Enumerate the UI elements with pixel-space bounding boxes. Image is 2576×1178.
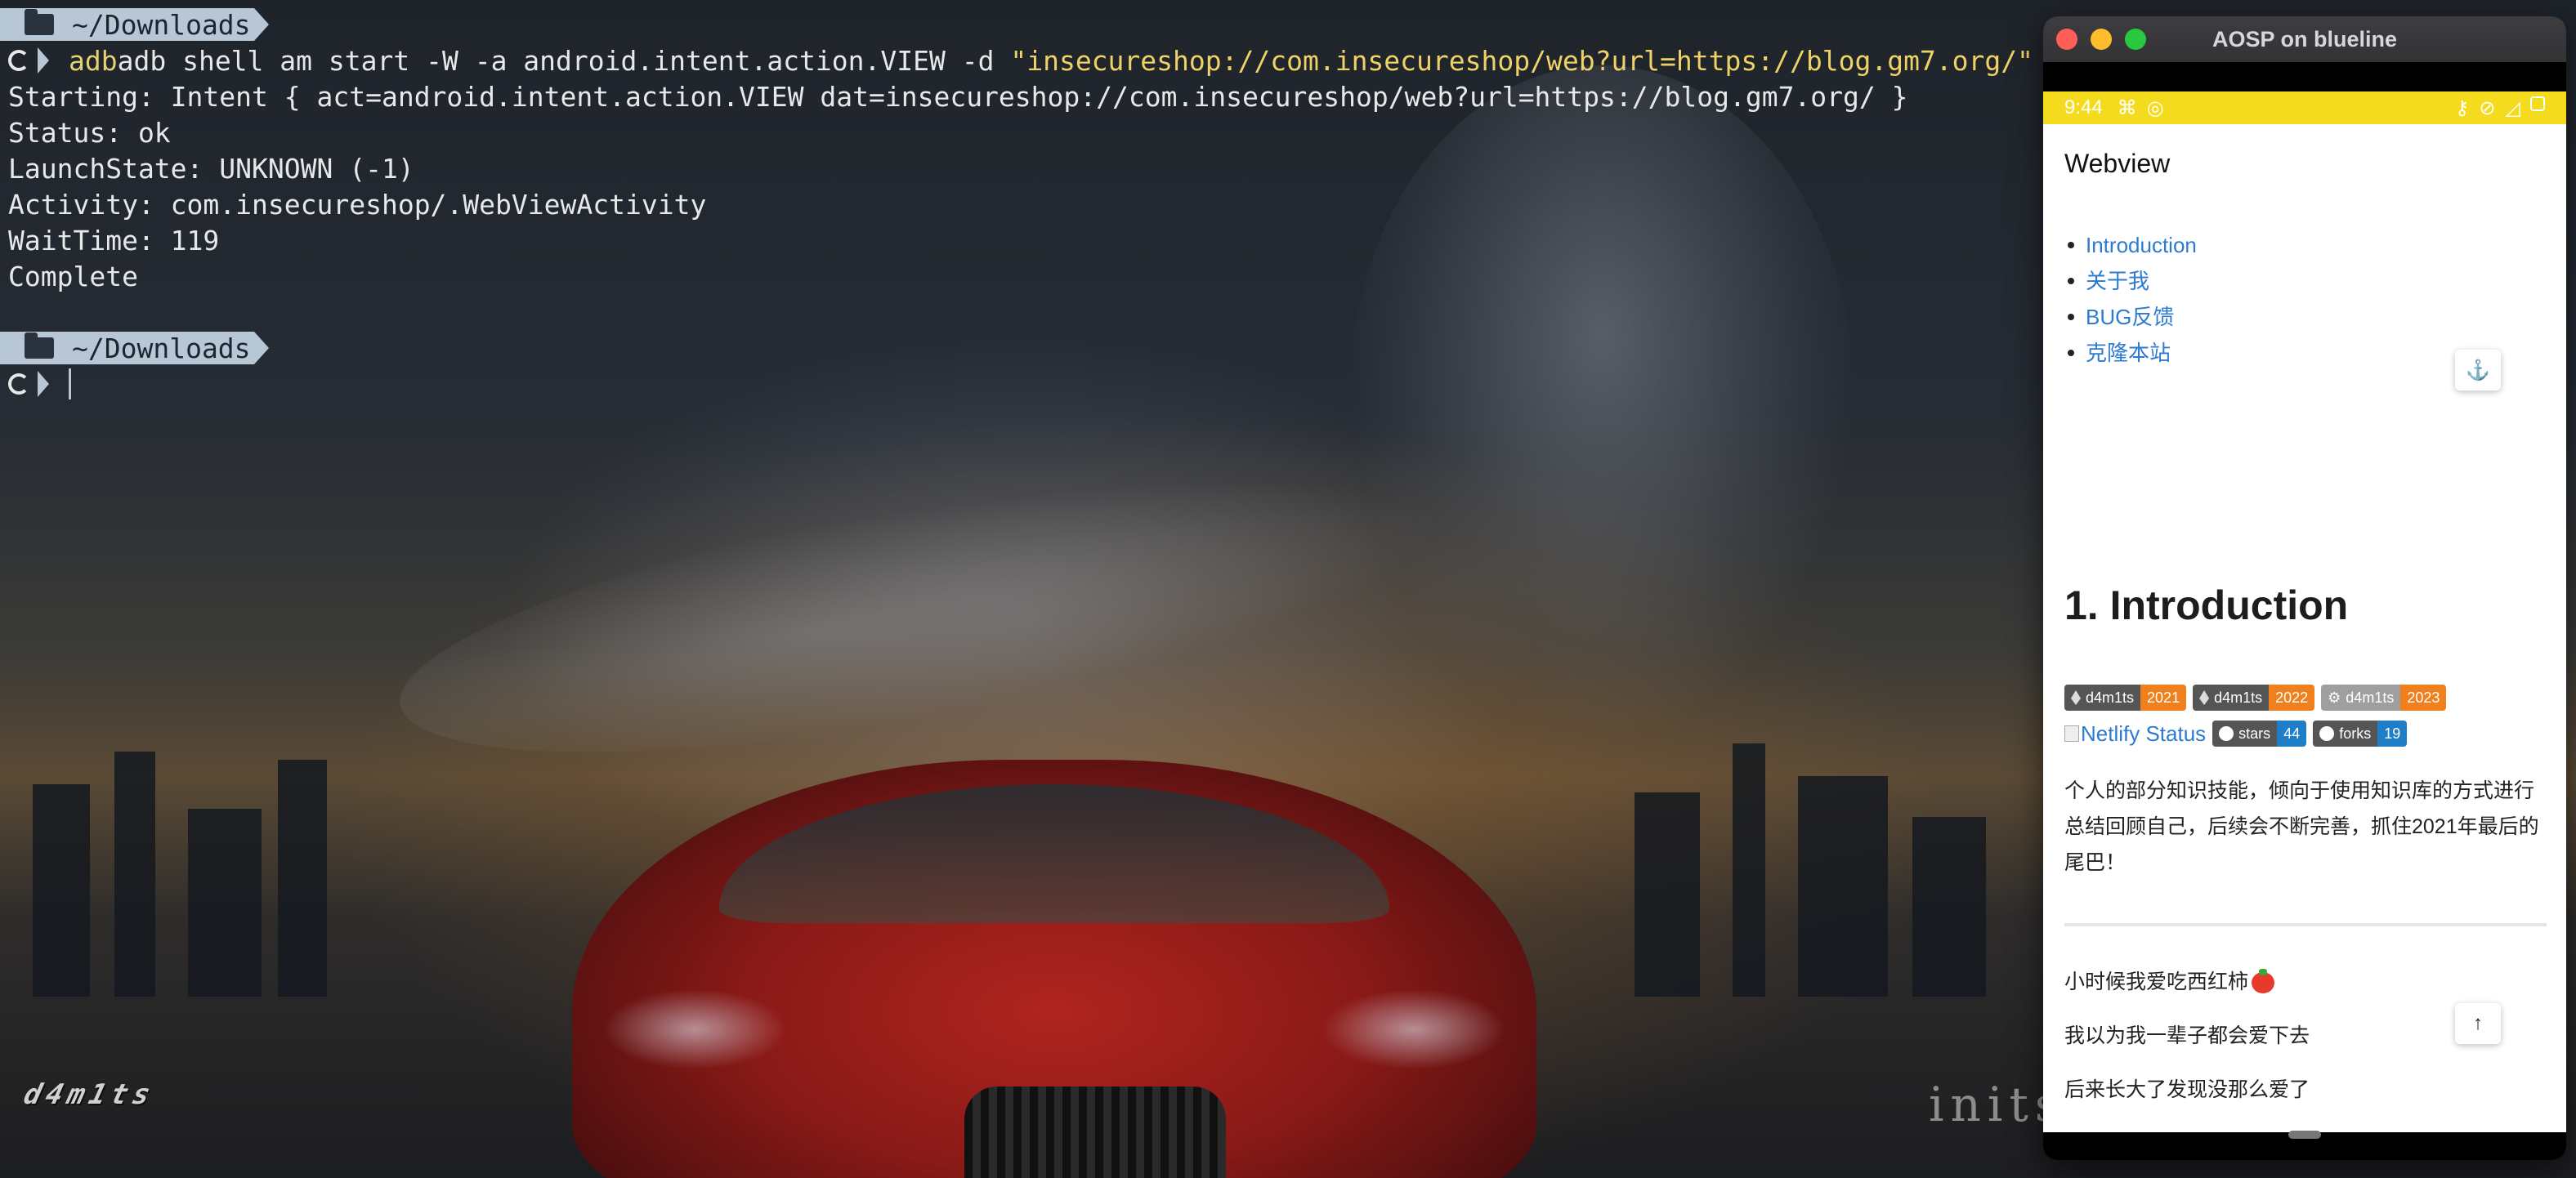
badge-value: 2022 — [2269, 685, 2315, 711]
github-icon — [2219, 726, 2234, 741]
window-controls — [2056, 29, 2146, 50]
command-text: adb — [69, 44, 118, 77]
page-heading: 1. Introduction — [2064, 582, 2349, 628]
gesture-nav-pill[interactable] — [2288, 1131, 2321, 1139]
prompt-path-segment: ~/Downloads — [0, 7, 269, 42]
anchor-icon: ⚓ — [2466, 359, 2490, 382]
text-line-content: 小时候我爱吃西红柿 — [2064, 971, 2249, 993]
badge-value: 2023 — [2400, 685, 2447, 711]
wallpaper-ascii-logo: d4m1ts — [20, 1078, 159, 1111]
badge-2023[interactable]: ⚙ d4m1ts 2023 — [2321, 685, 2447, 711]
intro-paragraph: 个人的部分知识技能，倾向于使用知识库的方式进行总结回顾自己，后续会不断完善，抓住… — [2064, 779, 2539, 874]
webview-app[interactable]: Webview Introduction 关于我 BUG反馈 克隆本站 ⚓ 1.… — [2043, 124, 2566, 1132]
output-line: Complete — [8, 260, 138, 292]
camera-cutout — [2043, 62, 2566, 91]
netlify-alt-text: Netlify Status — [2081, 721, 2207, 746]
toc-link-bug-feedback[interactable]: BUG反馈 — [2064, 299, 2197, 335]
debian-swirl-icon — [8, 50, 29, 71]
command-args: adb shell am start -W -a android.intent.… — [117, 44, 1011, 77]
powerline-arrow-icon — [253, 332, 269, 364]
text-line: 后来长大了发现没那么爱了 — [2064, 1078, 2310, 1101]
wifi-off-icon: ⊘ — [2479, 96, 2496, 119]
prompt-path: ~/Downloads — [72, 8, 251, 41]
github-stars-badge[interactable]: stars 44 — [2212, 721, 2307, 747]
netlify-status-link[interactable]: Netlify Status — [2064, 721, 2206, 747]
phone-screen[interactable]: 9:44 ⌘ ◎ ⚷ ⊘ ◿ Webview Introduction 关于我 … — [2043, 62, 2566, 1160]
active-command-line[interactable] — [8, 366, 71, 402]
prompt-path-segment: ~/Downloads — [0, 330, 269, 366]
badge-label: stars — [2238, 725, 2271, 742]
zoom-window-button[interactable] — [2125, 29, 2146, 50]
prompt-path: ~/Downloads — [72, 332, 251, 364]
sync-icon: ◎ — [2146, 96, 2164, 119]
debian-swirl-icon — [8, 373, 29, 395]
badge-2022[interactable]: d4m1ts 2022 — [2193, 685, 2315, 711]
minimize-window-button[interactable] — [2091, 29, 2112, 50]
prompt-chevron-icon — [38, 371, 49, 397]
android-status-bar: 9:44 ⌘ ◎ ⚷ ⊘ ◿ — [2043, 91, 2566, 124]
text-cursor — [69, 368, 71, 399]
app-title: Webview — [2064, 149, 2171, 178]
gear-icon: ⚙ — [2328, 689, 2341, 706]
terminal-window[interactable]: ~/Downloads adb adb shell am start -W -a … — [0, 0, 2035, 425]
ethereum-icon — [2071, 690, 2081, 705]
status-time: 9:44 — [2064, 96, 2103, 118]
emulator-titlebar[interactable]: AOSP on blueline — [2043, 16, 2566, 62]
folder-icon — [25, 9, 54, 35]
arrow-up-icon: ↑ — [2473, 1012, 2483, 1034]
text-line: 我以为我一辈子都会爱下去 — [2064, 1024, 2310, 1047]
output-line: Activity: com.insecureshop/.WebViewActiv… — [8, 188, 707, 221]
close-window-button[interactable] — [2056, 29, 2077, 50]
horizontal-rule — [2064, 923, 2547, 926]
github-forks-badge[interactable]: forks 19 — [2313, 721, 2408, 747]
tomato-emoji-icon — [2252, 969, 2275, 994]
output-line: LaunchState: UNKNOWN (-1) — [8, 152, 414, 185]
badge-value: 2021 — [2140, 685, 2187, 711]
powerline-arrow-icon — [253, 8, 269, 41]
badge-label: forks — [2339, 725, 2372, 742]
command-line: adb adb shell am start -W -a android.inte… — [8, 42, 2033, 78]
badge-2021[interactable]: d4m1ts 2021 — [2064, 685, 2187, 711]
anchor-button[interactable]: ⚓ — [2455, 350, 2501, 390]
status-badges: Netlify Status stars 44 forks 19 — [2064, 721, 2408, 747]
github-icon — [2319, 726, 2335, 741]
badge-label: d4m1ts — [2214, 689, 2263, 706]
signal-off-icon: ◿ — [2505, 96, 2520, 119]
toc-link-introduction[interactable]: Introduction — [2064, 227, 2197, 263]
broken-image-icon — [2064, 725, 2079, 742]
command-url-arg: "insecureshop://com.insecureshop/web?url… — [1010, 44, 2034, 77]
toc-link-about[interactable]: 关于我 — [2064, 263, 2197, 299]
toc-link-clone-site[interactable]: 克隆本站 — [2064, 335, 2197, 371]
output-line: Starting: Intent { act=android.intent.ac… — [8, 80, 1908, 113]
badge-value: 19 — [2377, 721, 2408, 747]
output-line: WaitTime: 119 — [8, 224, 220, 257]
year-badges: d4m1ts 2021 d4m1ts 2022 ⚙ d4m1ts 2023 — [2064, 685, 2447, 711]
folder-icon — [25, 332, 54, 359]
prompt-chevron-icon — [38, 47, 49, 74]
emulator-window[interactable]: AOSP on blueline 9:44 ⌘ ◎ ⚷ ⊘ ◿ Webview … — [2043, 16, 2566, 1160]
emulator-title: AOSP on blueline — [2212, 26, 2398, 51]
text-line: 小时候我爱吃西红柿 — [2064, 966, 2275, 995]
output-line: Status: ok — [8, 116, 171, 149]
ethereum-icon — [2199, 690, 2210, 705]
battery-icon — [2530, 96, 2545, 111]
command-key-icon: ⌘ — [2117, 96, 2137, 119]
badge-label: d4m1ts — [2086, 689, 2135, 706]
badge-value: 44 — [2277, 721, 2307, 747]
wallpaper-car-grille — [964, 1087, 1226, 1178]
vpn-key-icon: ⚷ — [2454, 96, 2470, 119]
badge-label: d4m1ts — [2346, 689, 2395, 706]
table-of-contents: Introduction 关于我 BUG反馈 克隆本站 — [2064, 227, 2197, 371]
scroll-to-top-button[interactable]: ↑ — [2455, 1003, 2501, 1044]
